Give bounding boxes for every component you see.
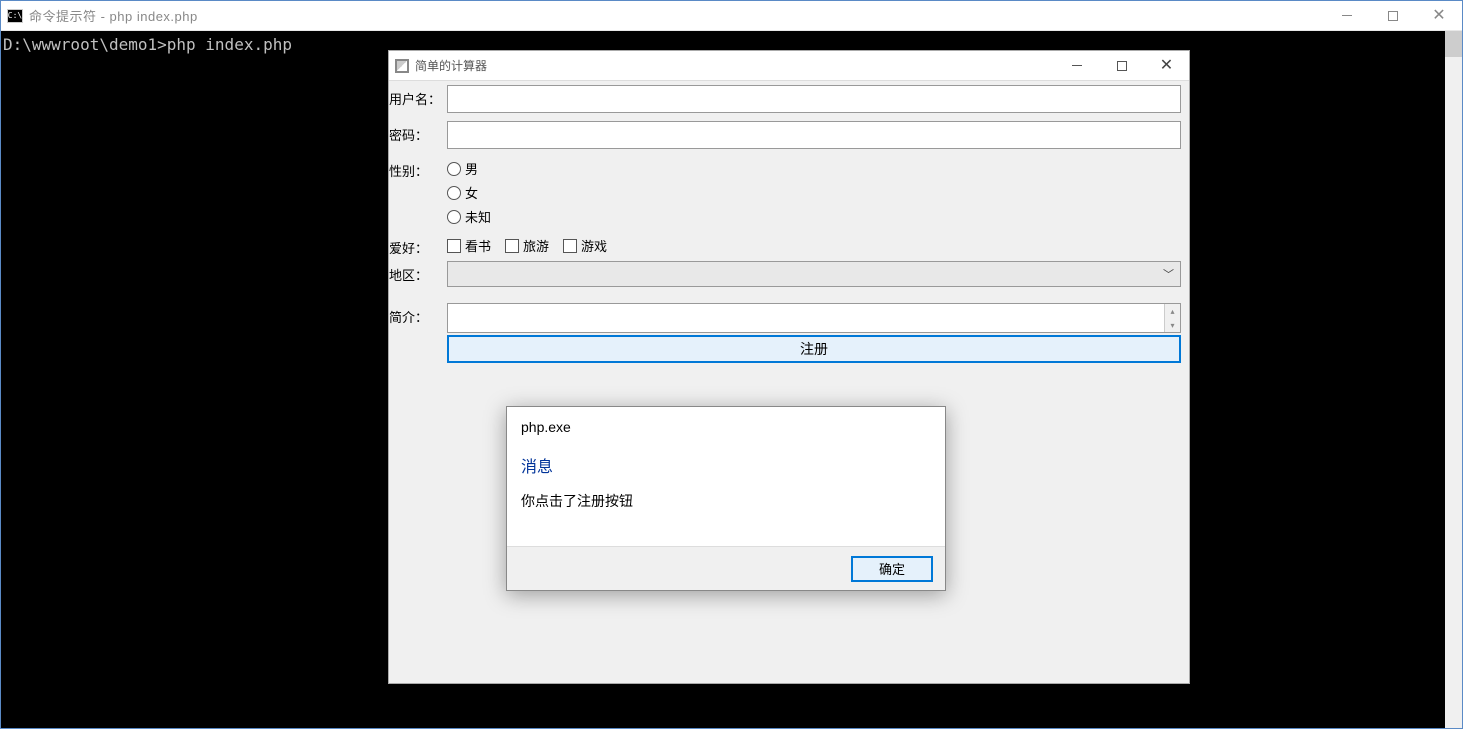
row-bio: 简介： ▴ ▾ 注册 [389, 299, 1189, 367]
radio-icon [447, 162, 461, 176]
radio-unknown[interactable]: 未知 [447, 207, 1181, 226]
minimize-icon [1072, 65, 1082, 66]
close-button[interactable]: ✕ [1416, 1, 1462, 30]
app-title: 简单的计算器 [415, 57, 487, 74]
scrollbar-thumb[interactable] [1445, 31, 1462, 57]
app-close-button[interactable]: ✕ [1144, 51, 1189, 80]
minimize-button[interactable] [1324, 1, 1370, 30]
app-body: 用户名： 密码： 性别： 男 女 [389, 81, 1189, 683]
bio-value [448, 304, 1164, 332]
checkbox-icon [563, 239, 577, 253]
app-titlebar[interactable]: 简单的计算器 ✕ [389, 51, 1189, 81]
close-icon: ✕ [1432, 8, 1445, 24]
row-username: 用户名： [389, 81, 1189, 117]
label-bio: 简介： [389, 301, 447, 326]
message-dialog-heading: 消息 [521, 453, 931, 477]
label-username: 用户名： [389, 83, 447, 108]
spin-up-icon[interactable]: ▴ [1165, 304, 1180, 318]
radio-male[interactable]: 男 [447, 159, 1181, 178]
chevron-down-icon: ﹀ [1163, 266, 1174, 282]
minimize-icon [1342, 15, 1352, 16]
bio-textarea[interactable]: ▴ ▾ [447, 303, 1181, 333]
radio-female-label: 女 [465, 183, 478, 202]
maximize-icon [1117, 61, 1127, 71]
username-input[interactable] [447, 85, 1181, 113]
check-reading[interactable]: 看书 [447, 236, 491, 255]
row-password: 密码： [389, 117, 1189, 153]
submit-button-label: 注册 [800, 339, 828, 359]
message-dialog-footer: 确定 [507, 546, 945, 590]
checkbox-icon [447, 239, 461, 253]
submit-button[interactable]: 注册 [447, 335, 1181, 363]
hobby-check-group: 看书 旅游 游戏 [447, 234, 1181, 255]
check-travel[interactable]: 旅游 [505, 236, 549, 255]
ok-button[interactable]: 确定 [851, 556, 933, 582]
console-scrollbar[interactable] [1445, 31, 1462, 728]
check-reading-label: 看书 [465, 236, 491, 255]
row-region: 地区： ﹀ [389, 259, 1189, 289]
app-icon [395, 59, 409, 73]
maximize-icon [1388, 11, 1398, 21]
app-maximize-button[interactable] [1099, 51, 1144, 80]
message-dialog-body: php.exe 消息 你点击了注册按钮 [507, 407, 945, 546]
message-dialog-text: 你点击了注册按钮 [521, 491, 931, 511]
message-dialog: php.exe 消息 你点击了注册按钮 确定 [506, 406, 946, 591]
checkbox-icon [505, 239, 519, 253]
bio-spin[interactable]: ▴ ▾ [1164, 304, 1180, 332]
radio-male-label: 男 [465, 159, 478, 178]
row-gender: 性别： 男 女 未知 [389, 153, 1189, 230]
console-title: 命令提示符 - php index.php [29, 6, 198, 25]
maximize-button[interactable] [1370, 1, 1416, 30]
radio-unknown-label: 未知 [465, 207, 491, 226]
region-combobox[interactable]: ﹀ [447, 261, 1181, 287]
label-password: 密码： [389, 119, 447, 144]
check-game[interactable]: 游戏 [563, 236, 607, 255]
app-minimize-button[interactable] [1054, 51, 1099, 80]
check-game-label: 游戏 [581, 236, 607, 255]
app-window-controls: ✕ [1054, 51, 1189, 80]
cmd-icon: C:\ [7, 9, 23, 23]
console-titlebar[interactable]: C:\ 命令提示符 - php index.php ✕ [1, 1, 1462, 31]
close-icon: ✕ [1160, 58, 1173, 74]
message-dialog-title: php.exe [521, 419, 931, 435]
row-hobby: 爱好： 看书 旅游 游戏 [389, 230, 1189, 259]
password-input[interactable] [447, 121, 1181, 149]
ok-button-label: 确定 [879, 559, 905, 578]
radio-icon [447, 210, 461, 224]
radio-icon [447, 186, 461, 200]
gender-radio-group: 男 女 未知 [447, 157, 1181, 226]
label-gender: 性别： [389, 155, 447, 180]
check-travel-label: 旅游 [523, 236, 549, 255]
label-region: 地区： [389, 259, 447, 284]
label-hobby: 爱好： [389, 232, 447, 257]
spin-down-icon[interactable]: ▾ [1165, 318, 1180, 332]
radio-female[interactable]: 女 [447, 183, 1181, 202]
console-window-controls: ✕ [1324, 1, 1462, 30]
